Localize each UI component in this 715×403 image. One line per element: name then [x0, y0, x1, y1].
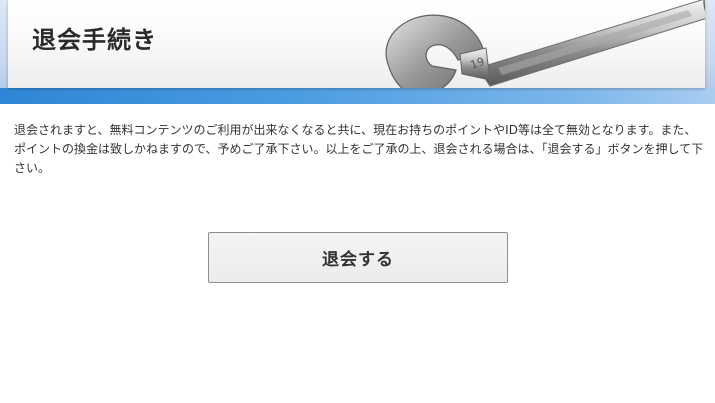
withdraw-description: 退会されますと、無料コンテンツのご利用が出来なくなると共に、現在お持ちのポイント… — [14, 123, 704, 175]
page-title: 退会手続き — [32, 26, 157, 54]
banner-panel: 19 退会手続き — [8, 0, 705, 88]
page: 19 退会手続き 退会されますと、無料コンテンツのご利用が出来なくなると共に、現… — [0, 0, 715, 403]
withdraw-button[interactable]: 退会する — [208, 232, 508, 283]
banner-blue-bar — [0, 88, 715, 104]
header-banner: 19 退会手続き — [0, 0, 715, 104]
wrench-icon: 19 — [385, 0, 705, 88]
